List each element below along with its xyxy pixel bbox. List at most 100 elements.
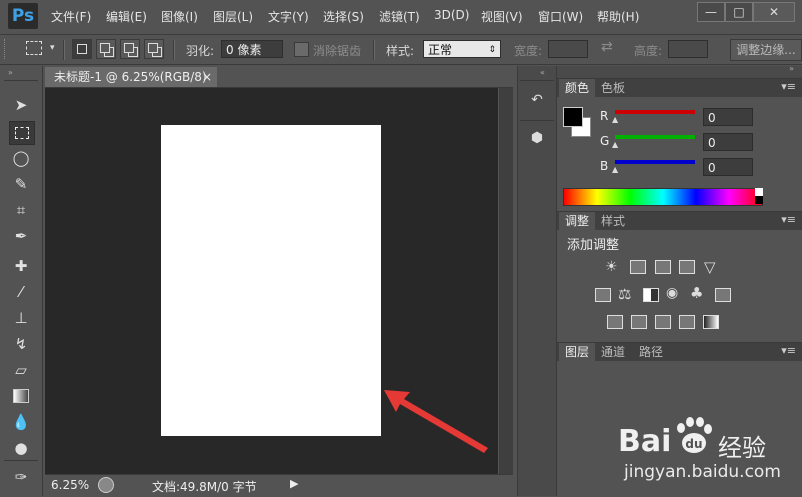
brightness-contrast-icon[interactable]: ☀	[605, 260, 621, 274]
eraser-tool-icon[interactable]: ▱	[9, 359, 33, 381]
color-balance-icon[interactable]: ⚖	[618, 285, 631, 303]
minimize-button[interactable]: —	[697, 2, 725, 22]
tab-paths[interactable]: 路径	[633, 343, 669, 361]
eyedropper-tool-icon[interactable]: ✒	[9, 225, 33, 247]
lasso-tool-icon[interactable]: ◯	[9, 147, 33, 169]
foreground-color-swatch[interactable]	[563, 107, 583, 127]
grip-handle[interactable]	[4, 39, 9, 59]
posterize-icon[interactable]	[631, 315, 647, 329]
maximize-button[interactable]: □	[725, 2, 753, 22]
tab-color[interactable]: 颜色	[559, 79, 596, 97]
refine-edge-button[interactable]: 调整边缘...	[730, 39, 802, 61]
document-tab[interactable]: 未标题-1 @ 6.25%(RGB/8) ×	[45, 67, 217, 87]
collapse-tools-icon[interactable]: »	[8, 68, 13, 77]
properties-panel-icon[interactable]: ⬢	[528, 130, 546, 148]
tab-swatches[interactable]: 色板	[595, 79, 631, 97]
close-button[interactable]: ✕	[753, 2, 795, 22]
collapse-dock-icon[interactable]: »	[789, 64, 794, 73]
healing-brush-tool-icon[interactable]: ✚	[9, 255, 33, 277]
history-panel-icon[interactable]: ↶	[528, 92, 546, 110]
tab-adjustments[interactable]: 调整	[559, 212, 596, 230]
panel-menu-icon[interactable]: ▾≡	[781, 80, 796, 93]
gradient-tool-icon[interactable]	[9, 385, 33, 407]
vibrance-icon[interactable]: ▽	[704, 258, 716, 276]
clone-stamp-tool-icon[interactable]: ⊥	[9, 307, 33, 329]
style-select[interactable]: 正常 ⇕	[423, 40, 501, 58]
white-swatch[interactable]	[755, 188, 763, 196]
selective-color-icon[interactable]	[679, 315, 695, 329]
close-tab-icon[interactable]: ×	[202, 67, 212, 87]
photo-filter-icon[interactable]: ◉	[666, 285, 678, 301]
hue-saturation-icon[interactable]	[595, 288, 611, 302]
menu-select[interactable]: 选择(S)	[323, 8, 364, 25]
status-info-icon[interactable]	[98, 477, 114, 493]
photoshop-logo: Ps	[8, 3, 38, 29]
levels-icon[interactable]	[630, 260, 646, 274]
antialias-checkbox[interactable]	[294, 42, 309, 57]
slider-handle-icon[interactable]: ▲	[612, 115, 618, 124]
menu-3d[interactable]: 3D(D)	[434, 8, 469, 22]
document-canvas[interactable]	[161, 125, 381, 436]
crop-tool-icon[interactable]: ⌗	[9, 199, 33, 221]
move-tool-icon[interactable]: ➤	[9, 94, 33, 116]
tab-channels[interactable]: 通道	[595, 343, 631, 361]
invert-icon[interactable]	[607, 315, 623, 329]
threshold-icon[interactable]	[655, 315, 671, 329]
quick-selection-tool-icon[interactable]: ✎	[9, 173, 33, 195]
menu-image[interactable]: 图像(I)	[161, 8, 198, 25]
curves-icon[interactable]	[655, 260, 671, 274]
pen-tool-icon[interactable]: ✑	[9, 466, 33, 488]
preset-dropdown-icon[interactable]: ▾	[50, 43, 55, 53]
menu-bar: Ps 文件(F) 编辑(E) 图像(I) 图层(L) 文字(Y) 选择(S) 滤…	[0, 0, 802, 35]
black-white-icon[interactable]	[643, 288, 659, 302]
menu-layer[interactable]: 图层(L)	[213, 8, 253, 25]
expand-panels-icon[interactable]: «	[540, 68, 545, 77]
width-input[interactable]	[548, 40, 588, 58]
channel-mixer-icon[interactable]: ♣	[690, 284, 703, 302]
dodge-tool-icon[interactable]: ●	[9, 437, 33, 459]
separator	[373, 40, 375, 60]
marquee-preset-icon[interactable]	[26, 41, 42, 55]
subtract-selection-button[interactable]	[120, 39, 140, 59]
brush-tool-icon[interactable]: ⁄	[9, 281, 33, 303]
gradient-map-icon[interactable]	[703, 315, 719, 329]
vertical-scrollbar[interactable]	[499, 88, 513, 474]
menu-type[interactable]: 文字(Y)	[268, 8, 309, 25]
blur-tool-icon[interactable]: 💧	[9, 411, 33, 433]
feather-input[interactable]: 0 像素	[221, 40, 283, 58]
status-menu-arrow-icon[interactable]: ▶	[290, 477, 298, 490]
channel-r-slider[interactable]	[615, 110, 695, 114]
slider-handle-icon[interactable]: ▲	[612, 140, 618, 149]
menu-edit[interactable]: 编辑(E)	[106, 8, 147, 25]
height-input[interactable]	[668, 40, 708, 58]
menu-help[interactable]: 帮助(H)	[597, 8, 639, 25]
channel-g-input[interactable]: 0	[703, 133, 753, 151]
black-swatch[interactable]	[755, 196, 763, 204]
add-selection-button[interactable]	[96, 39, 116, 59]
layers-panel-tabs: 图层 通道 路径 ▾≡	[557, 343, 802, 361]
channel-g-slider[interactable]	[615, 135, 695, 139]
zoom-level[interactable]: 6.25%	[51, 478, 89, 492]
color-lookup-icon[interactable]	[715, 288, 731, 302]
menu-file[interactable]: 文件(F)	[51, 8, 91, 25]
menu-filter[interactable]: 滤镜(T)	[379, 8, 420, 25]
marquee-tool-icon[interactable]	[9, 121, 35, 145]
feather-label: 羽化:	[186, 44, 215, 58]
divider	[4, 460, 38, 461]
exposure-icon[interactable]	[679, 260, 695, 274]
menu-view[interactable]: 视图(V)	[481, 8, 523, 25]
panel-menu-icon[interactable]: ▾≡	[781, 213, 796, 226]
panel-menu-icon[interactable]: ▾≡	[781, 344, 796, 357]
tab-layers[interactable]: 图层	[559, 343, 596, 361]
channel-r-input[interactable]: 0	[703, 108, 753, 126]
color-spectrum-bar[interactable]	[563, 188, 763, 206]
swap-icon[interactable]: ⇄	[601, 39, 613, 55]
new-selection-button[interactable]	[72, 39, 92, 59]
channel-b-input[interactable]: 0	[703, 158, 753, 176]
menu-window[interactable]: 窗口(W)	[538, 8, 583, 25]
slider-handle-icon[interactable]: ▲	[612, 165, 618, 174]
tab-styles[interactable]: 样式	[595, 212, 631, 230]
channel-b-slider[interactable]	[615, 160, 695, 164]
intersect-selection-button[interactable]	[144, 39, 164, 59]
history-brush-tool-icon[interactable]: ↯	[9, 333, 33, 355]
